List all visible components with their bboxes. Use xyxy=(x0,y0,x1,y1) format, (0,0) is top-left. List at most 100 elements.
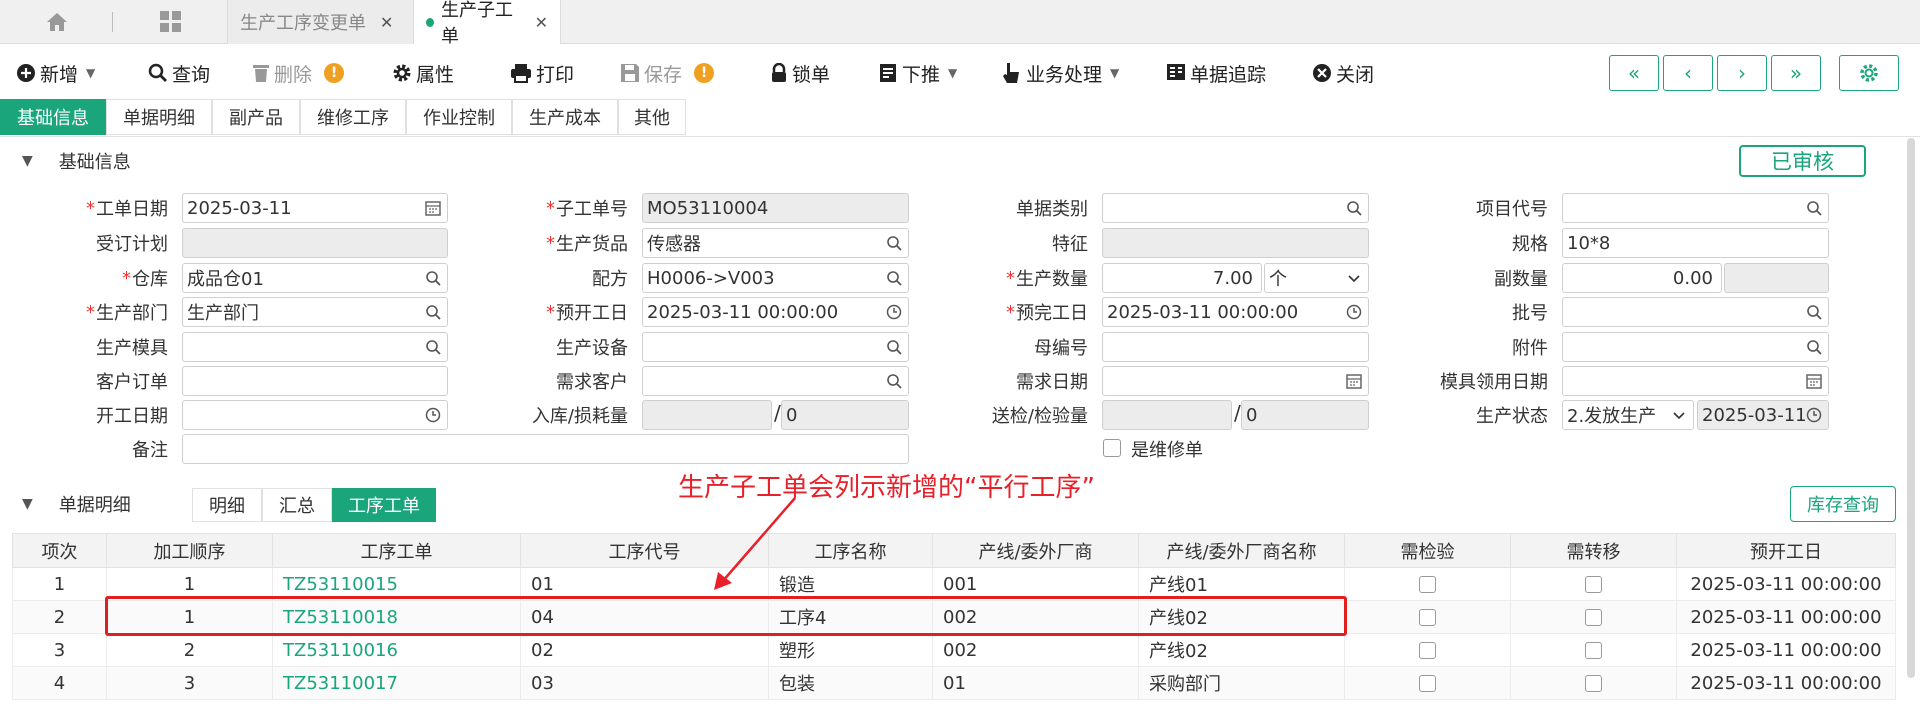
query-button[interactable]: 查询 xyxy=(148,51,210,95)
basic-info-header[interactable]: ▼ 基础信息 xyxy=(0,143,1905,179)
need-transfer-checkbox[interactable] xyxy=(1585,675,1602,692)
process-order-link[interactable]: TZ53110016 xyxy=(272,633,521,667)
col-header[interactable]: 产线/委外厂商名称 xyxy=(1138,533,1345,568)
warehouse-field[interactable]: 成品仓01 xyxy=(182,263,448,293)
chevron-down-icon[interactable]: ▼ xyxy=(22,496,33,512)
table-row[interactable]: 3 2 TZ53110016 02 塑形 002 产线02 2025-03-11… xyxy=(12,633,1896,667)
calendar-icon[interactable] xyxy=(1346,373,1362,389)
tab-other[interactable]: 其他 xyxy=(618,99,686,135)
tab-by-product[interactable]: 副产品 xyxy=(212,99,300,135)
chevron-down-icon[interactable] xyxy=(1346,270,1362,286)
chevron-down-icon[interactable]: ▼ xyxy=(948,66,957,80)
nav-first-button[interactable]: « xyxy=(1609,55,1659,91)
need-inspect-checkbox[interactable] xyxy=(1419,576,1436,593)
process-order-link[interactable]: TZ53110017 xyxy=(272,666,521,700)
equipment-field[interactable] xyxy=(642,332,909,362)
table-row[interactable]: 4 3 TZ53110017 03 包装 01 采购部门 2025-03-11 … xyxy=(12,666,1896,700)
customer-order-field[interactable] xyxy=(182,366,448,396)
col-header[interactable]: 加工顺序 xyxy=(106,533,273,568)
tab-doc-detail[interactable]: 单据明细 xyxy=(106,99,212,135)
scrollbar[interactable] xyxy=(1907,138,1915,678)
tab-repair-process[interactable]: 维修工序 xyxy=(300,99,406,135)
search-icon[interactable] xyxy=(1806,200,1822,216)
search-icon[interactable] xyxy=(1806,339,1822,355)
tab-basic-info[interactable]: 基础信息 xyxy=(0,99,106,135)
search-icon[interactable] xyxy=(1346,200,1362,216)
tab-production-cost[interactable]: 生产成本 xyxy=(512,99,618,135)
close-icon[interactable]: ✕ xyxy=(380,13,393,32)
demand-customer-field[interactable] xyxy=(642,366,909,396)
print-button[interactable]: 打印 xyxy=(510,51,574,95)
search-icon[interactable] xyxy=(886,373,902,389)
demand-date-field[interactable] xyxy=(1102,366,1369,396)
calendar-icon[interactable] xyxy=(1806,373,1822,389)
mold-field[interactable] xyxy=(182,332,448,362)
search-icon[interactable] xyxy=(425,339,441,355)
push-down-button[interactable]: 下推 ▼ xyxy=(878,51,957,95)
plan-start-field[interactable]: 2025-03-11 00:00:00 xyxy=(642,297,909,327)
plan-end-field[interactable]: 2025-03-11 00:00:00 xyxy=(1102,297,1369,327)
start-date-field[interactable] xyxy=(182,400,448,430)
sub-qty-field[interactable]: 0.00 xyxy=(1562,263,1722,293)
order-date-field[interactable]: 2025-03-11 xyxy=(182,193,448,223)
repair-checkbox[interactable] xyxy=(1103,439,1121,457)
search-icon[interactable] xyxy=(886,339,902,355)
chevron-down-icon[interactable]: ▼ xyxy=(1110,66,1119,80)
clock-icon[interactable] xyxy=(1346,304,1362,320)
col-header[interactable]: 项次 xyxy=(12,533,107,568)
search-icon[interactable] xyxy=(886,270,902,286)
need-inspect-checkbox[interactable] xyxy=(1419,675,1436,692)
delete-button[interactable]: 删除! xyxy=(252,51,345,95)
batch-field[interactable] xyxy=(1562,297,1829,327)
status-date-field[interactable]: 2025-03-11 xyxy=(1697,400,1829,430)
chevron-down-icon[interactable] xyxy=(1671,407,1687,423)
close-button[interactable]: 关闭 xyxy=(1312,51,1374,95)
col-header[interactable]: 需检验 xyxy=(1344,533,1511,568)
business-button[interactable]: 业务处理 ▼ xyxy=(1002,51,1119,95)
calendar-icon[interactable] xyxy=(425,200,441,216)
need-transfer-checkbox[interactable] xyxy=(1585,642,1602,659)
sub-unit-field[interactable] xyxy=(1724,263,1829,293)
dept-field[interactable]: 生产部门 xyxy=(182,297,448,327)
send-inspect-field[interactable] xyxy=(1102,400,1232,430)
trace-button[interactable]: 单据追踪 xyxy=(1166,51,1266,95)
tab-operation-control[interactable]: 作业控制 xyxy=(406,99,512,135)
nav-next-button[interactable]: › xyxy=(1717,55,1767,91)
add-button[interactable]: 新增 ▼ xyxy=(16,51,95,95)
clock-icon[interactable] xyxy=(1806,407,1822,423)
chevron-down-icon[interactable]: ▼ xyxy=(86,66,95,80)
search-icon[interactable] xyxy=(886,235,902,251)
order-plan-field[interactable] xyxy=(182,228,448,258)
nav-prev-button[interactable]: ‹ xyxy=(1663,55,1713,91)
search-icon[interactable] xyxy=(425,270,441,286)
col-header[interactable]: 工序工单 xyxy=(272,533,521,568)
clock-icon[interactable] xyxy=(425,407,441,423)
search-icon[interactable] xyxy=(1806,304,1822,320)
need-inspect-checkbox[interactable] xyxy=(1419,642,1436,659)
close-icon[interactable]: ✕ xyxy=(535,13,548,32)
spec-field[interactable]: 10*8 xyxy=(1562,228,1829,258)
col-header[interactable]: 产线/委外厂商 xyxy=(932,533,1139,568)
clock-icon[interactable] xyxy=(886,304,902,320)
doc-type-field[interactable] xyxy=(1102,193,1369,223)
formula-field[interactable]: H0006->V003 xyxy=(642,263,909,293)
inspected-field[interactable]: 0 xyxy=(1241,400,1369,430)
lock-button[interactable]: 锁单 xyxy=(770,51,830,95)
tab-process-change[interactable]: 生产工序变更单 ✕ xyxy=(227,0,413,44)
remark-field[interactable] xyxy=(182,434,909,464)
tab-detail[interactable]: 明细 xyxy=(192,488,262,522)
nav-last-button[interactable]: » xyxy=(1771,55,1821,91)
qty-field[interactable]: 7.00 xyxy=(1102,263,1262,293)
col-header[interactable]: 需转移 xyxy=(1510,533,1677,568)
tab-sub-work-order[interactable]: 生产子工单 ✕ xyxy=(413,0,561,47)
in-qty-field[interactable] xyxy=(642,400,772,430)
feature-field[interactable] xyxy=(1102,228,1369,258)
sub-no-field[interactable]: MO53110004 xyxy=(642,193,909,223)
tab-summary[interactable]: 汇总 xyxy=(262,488,332,522)
stock-query-button[interactable]: 库存查询 xyxy=(1790,486,1896,522)
col-header[interactable]: 预开工日 xyxy=(1676,533,1896,568)
unit-select[interactable]: 个 xyxy=(1264,263,1369,293)
need-inspect-checkbox[interactable] xyxy=(1419,609,1436,626)
tab-process-orders[interactable]: 工序工单 xyxy=(332,488,436,522)
apps-grid-icon[interactable] xyxy=(156,6,186,38)
